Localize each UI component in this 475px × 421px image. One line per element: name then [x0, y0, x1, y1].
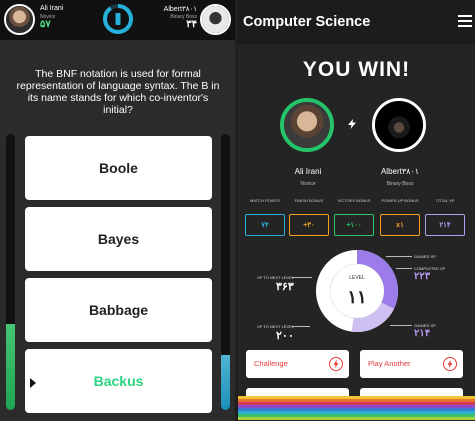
stat-value-victory-bonus: +۱۰۰ [334, 214, 374, 236]
play-another-button[interactable]: Play Another [360, 350, 463, 378]
stat-value-power-up-bonus: x۱ [380, 214, 420, 236]
quiz-screen: Ali Irani Novice ۵۷ Albert۳۸۰۱ Binary Bo… [0, 0, 235, 421]
completed-xp-value: ۲۲۳ [414, 271, 431, 282]
question-text: The BNF notation is used for formal repr… [16, 68, 220, 116]
gained-xp-value-bottom: ۲۱۴ [414, 328, 431, 339]
opponent-score: ۳۴ [186, 19, 197, 30]
player-progress-bar [6, 134, 15, 410]
stat-label-power-up-bonus: POWER UP BONUS [381, 198, 419, 203]
menu-icon[interactable] [458, 15, 472, 27]
selected-answer-pointer [30, 378, 36, 388]
player-score: ۵۷ [40, 19, 51, 30]
answer-option-1[interactable]: Boole [25, 136, 212, 200]
timer-icon [103, 4, 133, 34]
stat-label-match-points: MATCH POINTS [250, 198, 280, 203]
loser-name: Albert۳۸۰۱ [380, 167, 420, 176]
level-label: LEVEL [349, 275, 365, 281]
loser-rank: Binary Boss [386, 181, 414, 187]
answer-option-3[interactable]: Babbage [25, 278, 212, 342]
quiz-top-bar: Ali Irani Novice ۵۷ Albert۳۸۰۱ Binary Bo… [0, 0, 235, 40]
player-avatar [4, 4, 35, 35]
player-name: Ali Irani [40, 5, 64, 12]
answer-option-4[interactable]: Backus [25, 349, 212, 413]
gained-xp-label-top: GAINED XP [414, 254, 436, 259]
stat-value-match-points: ۷۴ [245, 214, 285, 236]
opponent-progress-bar [221, 134, 230, 410]
stat-label-victory-bonus: VICTORY BONUS [337, 198, 371, 203]
xp-to-next-level-value-top: ۳۶۳ [276, 281, 294, 293]
challenge-button[interactable]: Challenge [246, 350, 349, 378]
bolt-icon [348, 119, 356, 129]
decorative-stripes [238, 396, 475, 421]
stat-value-total-xp: ۲۱۴ [425, 214, 465, 236]
winner-name: Ali Irani [294, 167, 322, 176]
winner-avatar [280, 98, 334, 152]
opponent-avatar [200, 4, 231, 35]
stat-label-total-xp: TOTAL XP [435, 198, 455, 203]
play-another-label: Play Another [368, 359, 411, 368]
winner-rank: Novice [300, 181, 316, 187]
level-value: ۱۱ [347, 287, 367, 307]
answer-option-2[interactable]: Bayes [25, 207, 212, 271]
category-title: Computer Science [243, 14, 371, 30]
results-screen: Computer Science YOU WIN! Ali Irani Novi… [238, 0, 475, 421]
challenge-bolt-icon [329, 357, 343, 371]
challenge-label: Challenge [254, 359, 288, 368]
opponent-name: Albert۳۸۰۱ [163, 6, 197, 13]
result-headline: YOU WIN! [302, 58, 411, 81]
xp-to-next-level-value-bottom: ۲۰۰ [276, 330, 294, 342]
stat-value-finish-bonus: +۳۰ [289, 214, 329, 236]
play-another-bolt-icon [443, 357, 457, 371]
opponent-result-avatar [372, 98, 426, 152]
stat-label-finish-bonus: FINISH BONUS [294, 198, 324, 203]
results-header: Computer Science [238, 0, 475, 44]
